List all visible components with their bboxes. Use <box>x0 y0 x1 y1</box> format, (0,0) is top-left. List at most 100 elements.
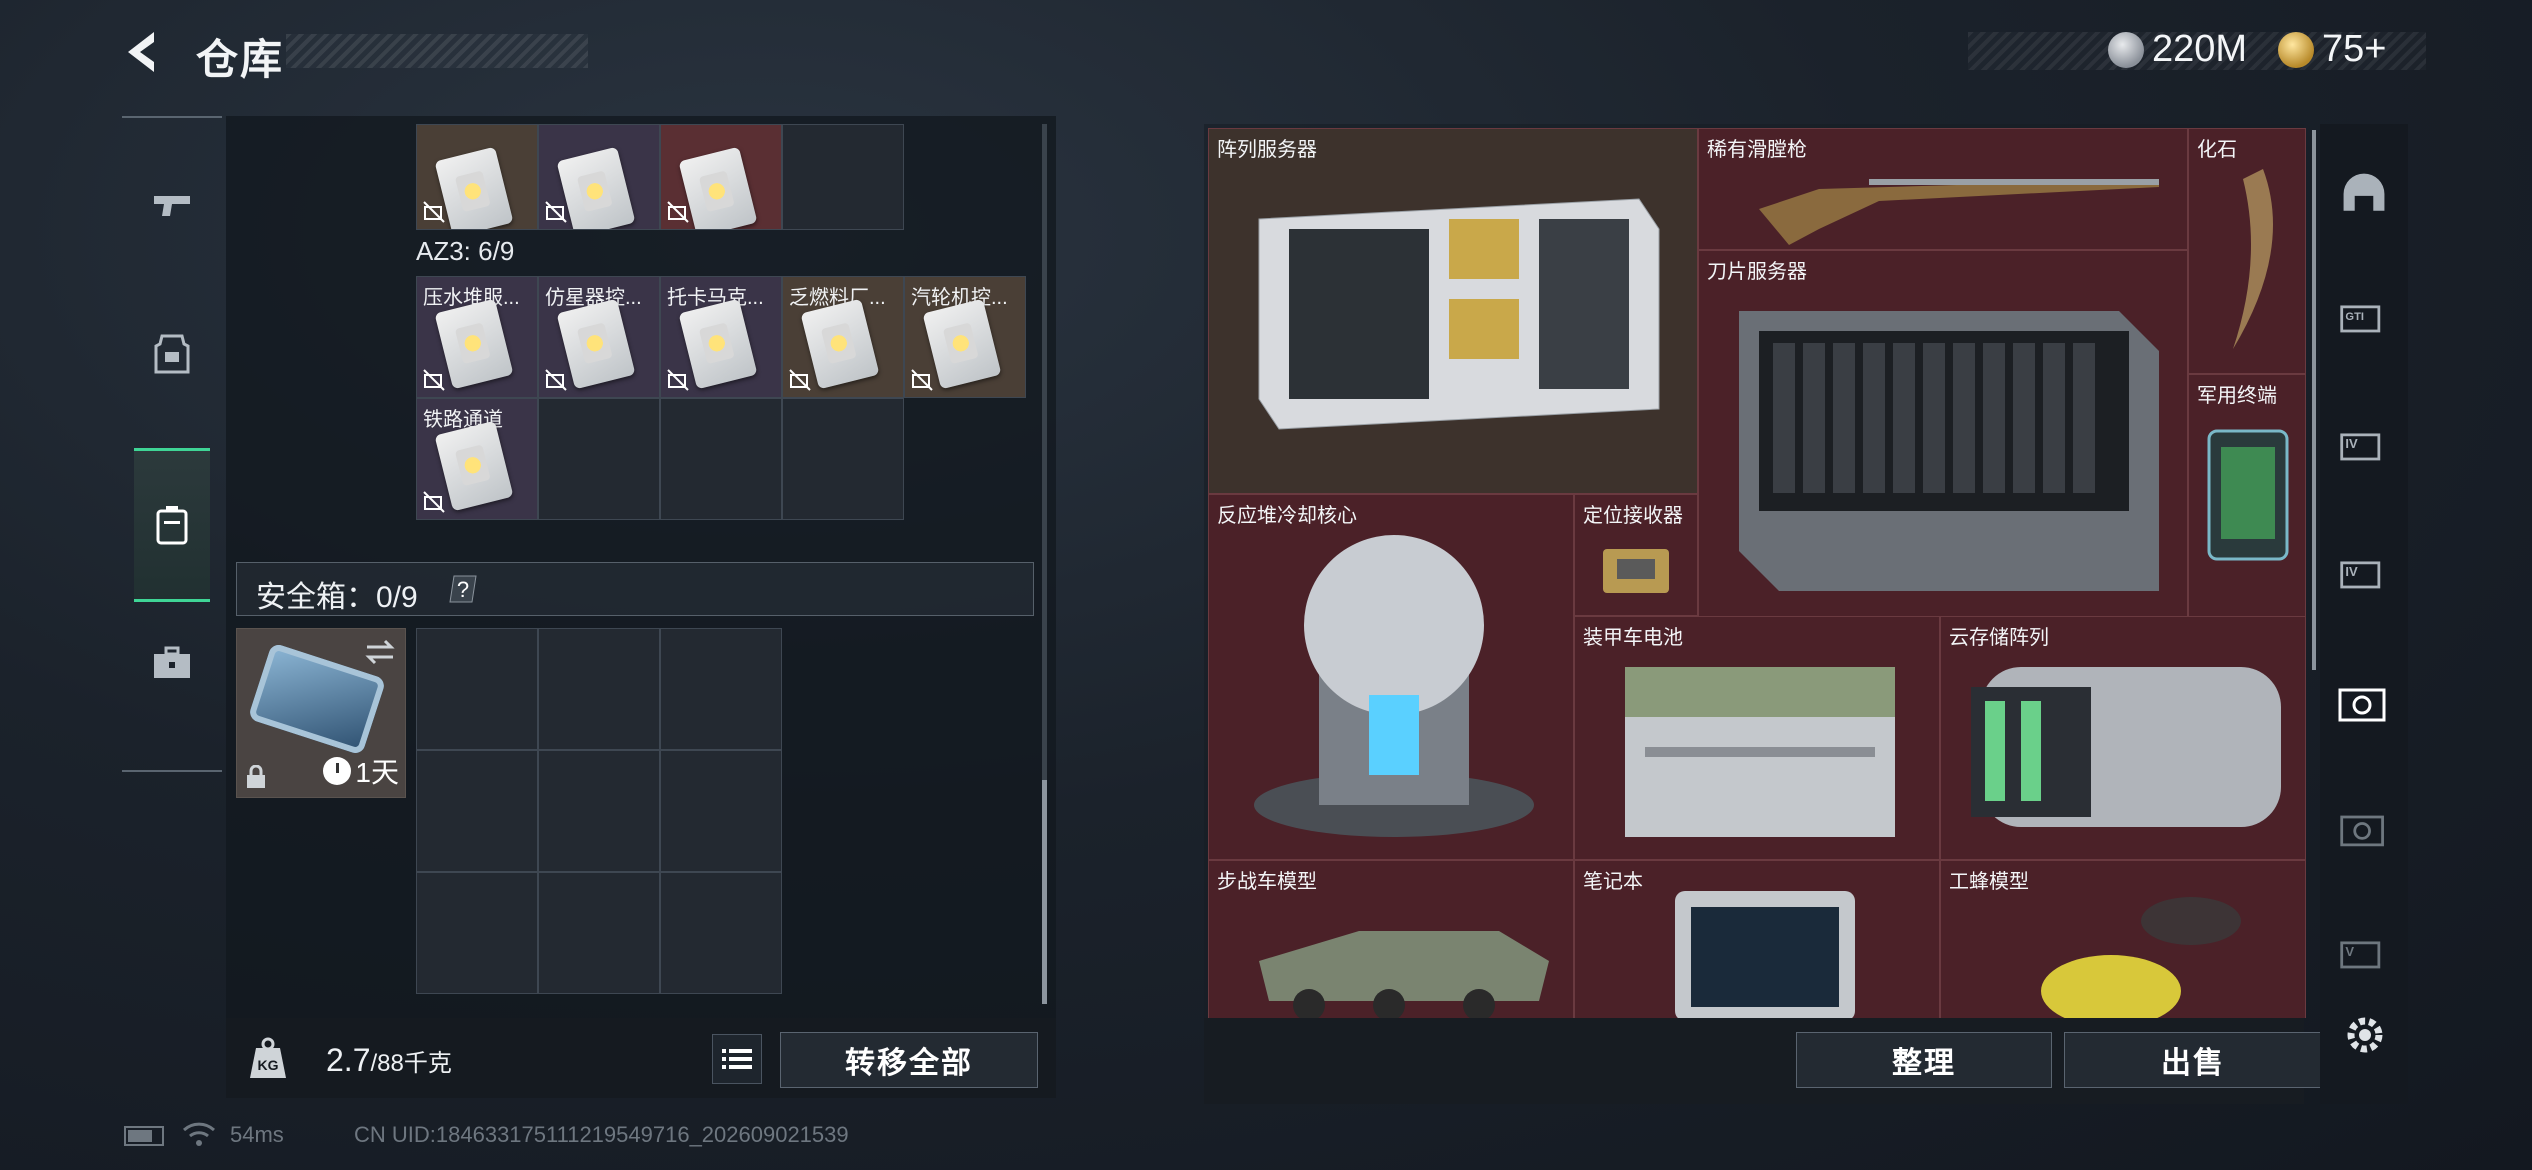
list-view-button[interactable] <box>712 1034 762 1084</box>
svg-text:KG: KG <box>258 1057 279 1073</box>
weight-current: 2.7 <box>326 1042 371 1078</box>
stash-item-laptop[interactable]: 笔记本 <box>1574 860 1940 1018</box>
filter-valuables[interactable] <box>2334 800 2394 860</box>
filter-valuables-active[interactable] <box>2334 674 2394 734</box>
nav-divider <box>122 116 222 118</box>
currency-gold[interactable]: 75+ <box>2278 28 2386 71</box>
filter-level-iv-a[interactable]: IV <box>2334 416 2394 476</box>
empty-slot[interactable] <box>660 398 782 520</box>
gold-coin-icon <box>2278 31 2314 68</box>
keycard-item[interactable]: 仿星器控... <box>538 276 660 398</box>
safebox-item[interactable]: 1天 <box>236 628 406 798</box>
nav-item-weapons[interactable] <box>134 156 210 256</box>
back-button[interactable] <box>118 26 170 78</box>
fossil-claw-image <box>2233 169 2273 349</box>
stash-filter-nav: GTI IV IV V <box>2320 124 2408 1104</box>
ping-readout: 54ms <box>230 1122 284 1147</box>
military-terminal-image <box>2207 429 2289 561</box>
weight-max: /88千克 <box>370 1050 452 1077</box>
empty-slot[interactable] <box>660 628 782 750</box>
nav-item-equipment[interactable] <box>134 304 210 404</box>
clock-icon <box>323 757 352 785</box>
back-arrow-icon <box>128 32 154 72</box>
empty-slot[interactable] <box>660 750 782 872</box>
currency-silver[interactable]: 220M <box>2108 28 2247 71</box>
filter-all[interactable] <box>2334 164 2394 224</box>
az3-section-label: AZ3: 6/9 <box>416 236 515 266</box>
nav-divider <box>122 770 222 772</box>
keycard-image <box>556 298 636 390</box>
empty-slot[interactable] <box>416 628 538 750</box>
filter-level-v[interactable]: V <box>2334 924 2394 984</box>
stash-item-reactor-cooling-core[interactable]: 反应堆冷却核心 <box>1208 494 1574 860</box>
laptop-image <box>1675 891 1855 1018</box>
container-item[interactable] <box>660 124 782 230</box>
backpack-icon <box>156 506 188 545</box>
container-item[interactable] <box>416 124 538 230</box>
keycard-item[interactable]: 乏燃料厂... <box>782 276 904 398</box>
sort-button[interactable]: 整理 <box>1796 1032 2052 1088</box>
left-category-nav <box>122 116 222 772</box>
swap-icon[interactable] <box>363 637 397 667</box>
battery-icon <box>124 1126 164 1146</box>
page-title: 仓库 <box>196 36 285 83</box>
keycard-item[interactable]: 汽轮机控... <box>904 276 1026 398</box>
nav-item-case[interactable] <box>134 614 210 714</box>
uid-readout: CN UID:18463317511121954971​6_2026090215… <box>354 1122 849 1147</box>
empty-slot[interactable] <box>538 750 660 872</box>
nav-item-backpack[interactable] <box>134 448 210 602</box>
safebox-timer: 1天 <box>323 751 399 791</box>
keycard-item[interactable]: 压水堆服... <box>416 276 538 398</box>
stash-item-fossil[interactable]: 化石 <box>2188 128 2306 374</box>
stash-item-rare-musket[interactable]: 稀有滑膛枪 <box>1698 128 2188 250</box>
ifv-model-image <box>1259 931 1549 1018</box>
stash-item-cloud-storage-array[interactable]: 云存储阵列 <box>1940 616 2306 860</box>
keycard-item[interactable]: 托卡马克... <box>660 276 782 398</box>
pistol-icon <box>154 196 190 216</box>
title-decoration <box>286 34 588 68</box>
container-item[interactable] <box>538 124 660 230</box>
keycard-image <box>434 146 514 229</box>
stash-item-array-server[interactable]: 阵列服务器 <box>1208 128 1698 494</box>
cloud-storage-image <box>1971 667 2281 827</box>
gti-tag-icon: GTI <box>2340 305 2381 333</box>
lock-icon <box>247 765 265 788</box>
help-icon[interactable]: ? <box>446 572 480 606</box>
weight-icon: KG <box>250 1037 286 1078</box>
container-scrollbar-thumb[interactable] <box>1042 780 1047 1004</box>
settings-button[interactable] <box>2340 1010 2390 1060</box>
sell-button[interactable]: 出售 <box>2064 1032 2322 1088</box>
stash-scrollbar[interactable] <box>2312 130 2316 670</box>
stash-item-armored-vehicle-battery[interactable]: 装甲车电池 <box>1574 616 1940 860</box>
az3-grid: 压水堆服... 仿星器控... 托卡马克... 乏燃料厂... 汽轮机控... … <box>416 276 1026 520</box>
empty-slot[interactable] <box>782 124 904 230</box>
filter-level-iv-b[interactable]: IV <box>2334 544 2394 604</box>
keycard-image <box>556 146 636 229</box>
stash-item-ifv-model[interactable]: 步战车模型 <box>1208 860 1574 1018</box>
filter-gti[interactable]: GTI <box>2334 288 2394 348</box>
stash-item-worker-bee-model[interactable]: 工蜂模型 <box>1940 860 2306 1018</box>
transfer-all-button[interactable]: 转移全部 <box>780 1032 1038 1088</box>
svg-text:V: V <box>2345 944 2354 959</box>
empty-slot[interactable] <box>416 750 538 872</box>
empty-slot[interactable] <box>660 872 782 994</box>
safebox-timer-value: 1天 <box>355 757 399 788</box>
list-icon <box>722 1049 752 1069</box>
empty-slot[interactable] <box>538 628 660 750</box>
keycard-image <box>922 298 1002 390</box>
stash-item-gps-receiver[interactable]: 定位接收器 <box>1574 494 1698 616</box>
empty-slot[interactable] <box>538 398 660 520</box>
gps-receiver-image <box>1603 549 1669 593</box>
stash-item-military-terminal[interactable]: 军用终端 <box>2188 374 2306 620</box>
empty-slot[interactable] <box>416 872 538 994</box>
wifi-icon <box>182 1122 216 1146</box>
no-carry-icon <box>667 201 689 223</box>
keycard-image <box>678 298 758 390</box>
dome-icon <box>2343 173 2385 211</box>
empty-slot[interactable] <box>538 872 660 994</box>
stash-grid: 阵列服务器 稀有滑膛枪 化石 刀片服务器 军用终端 反应堆冷却核心 定位接收器 … <box>1208 128 2306 1018</box>
keycard-item[interactable]: 铁路通道 <box>416 398 538 520</box>
empty-slot[interactable] <box>782 398 904 520</box>
reactor-core-image <box>1254 535 1534 837</box>
no-carry-icon <box>423 201 445 223</box>
